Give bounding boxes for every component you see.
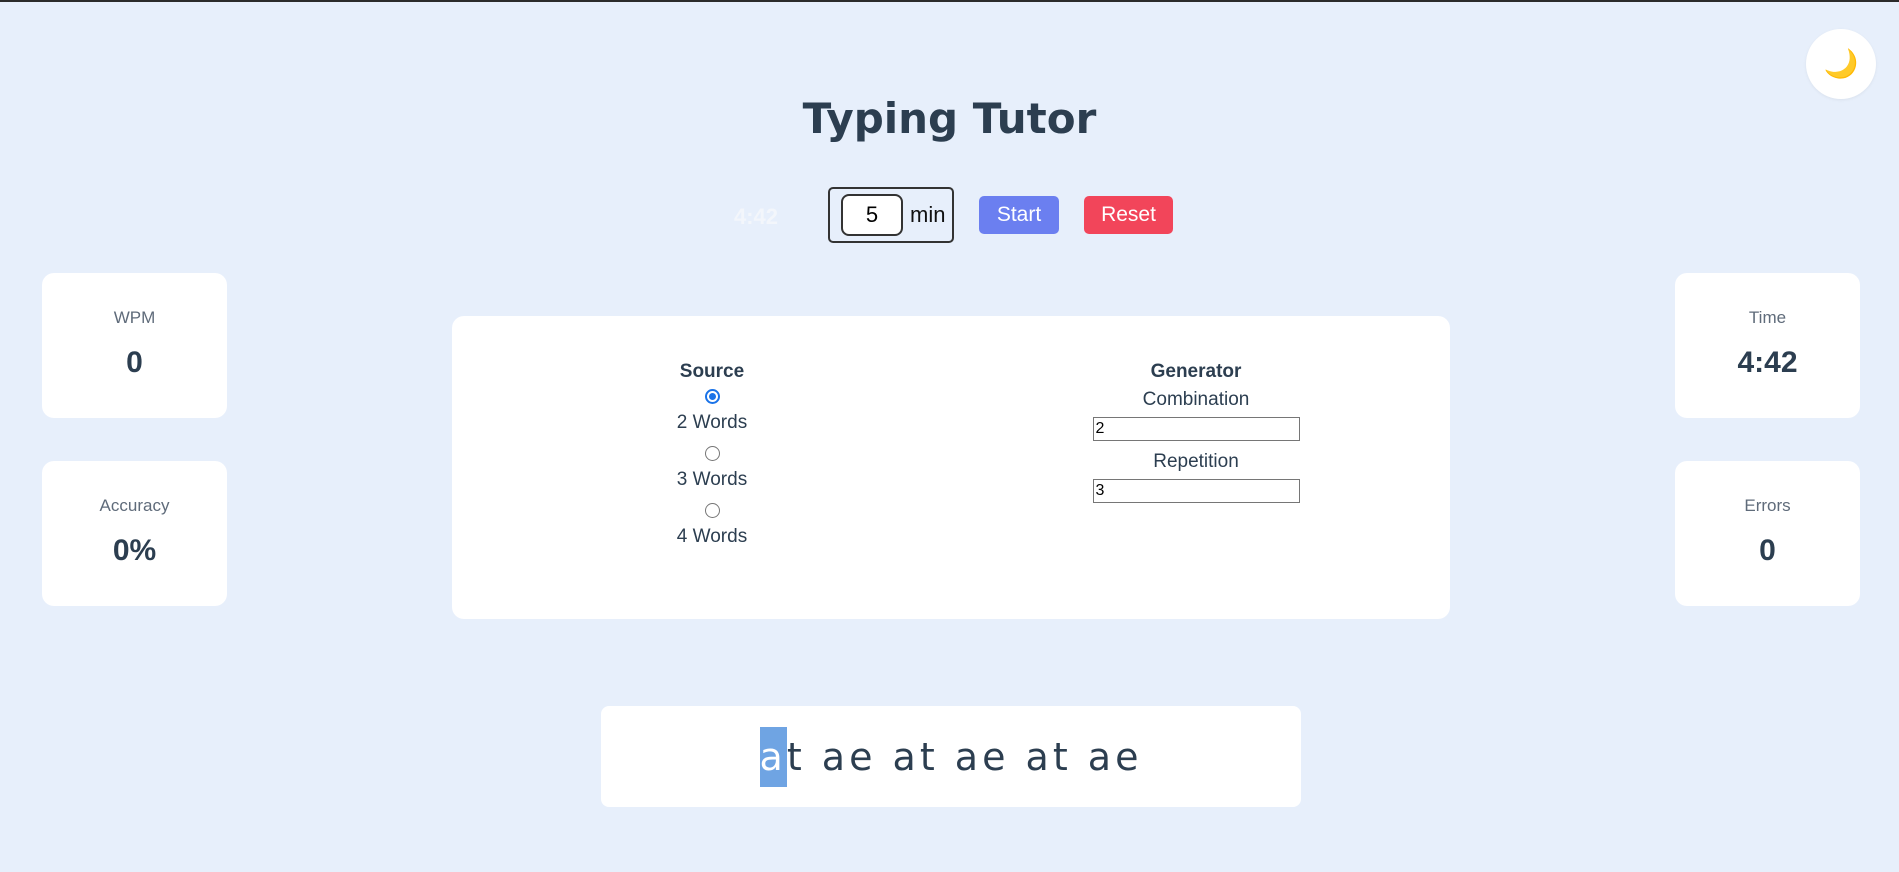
remaining-text: t ae at ae at ae (786, 734, 1143, 779)
start-button[interactable]: Start (979, 196, 1059, 234)
reset-button[interactable]: Reset (1084, 196, 1173, 234)
time-value: 4:42 (1737, 346, 1798, 379)
source-radio-2-words[interactable] (704, 389, 720, 404)
accuracy-label: Accuracy (99, 496, 170, 515)
time-label: Time (1748, 308, 1787, 327)
repetition-label: Repetition (1153, 451, 1239, 472)
source-option-label: 3 Words (676, 469, 748, 490)
practice-text-box[interactable]: at ae at ae at ae (601, 706, 1301, 807)
errors-label: Errors (1744, 496, 1791, 515)
accuracy-card: Accuracy 0% (42, 461, 227, 606)
accuracy-value: 0% (112, 534, 157, 567)
duration-input[interactable] (841, 194, 903, 236)
wpm-value: 0 (126, 346, 143, 379)
source-radio-3-words[interactable] (704, 446, 720, 461)
combination-label: Combination (1142, 389, 1250, 410)
source-heading: Source (679, 361, 745, 382)
source-option-label: 2 Words (676, 412, 748, 433)
repetition-input[interactable] (1092, 479, 1300, 503)
errors-card: Errors 0 (1675, 461, 1860, 606)
moon-icon: 🌙 (1823, 48, 1859, 79)
source-group: Source 2 Words 3 Words 4 Words (602, 361, 822, 560)
practice-text: at ae at ae at ae (759, 726, 1143, 787)
duration-unit-label: min (910, 202, 946, 227)
wpm-card: WPM 0 (42, 273, 227, 418)
theme-toggle-button[interactable]: 🌙 (1806, 29, 1876, 99)
faded-timer-text: 4:42 (734, 204, 779, 229)
source-option-label: 4 Words (676, 526, 748, 547)
source-radio-4-words[interactable] (704, 503, 720, 518)
current-character: a (759, 726, 787, 787)
time-card: Time 4:42 (1675, 273, 1860, 418)
wpm-label: WPM (113, 308, 156, 327)
settings-panel: Source 2 Words 3 Words 4 Words Generator… (452, 316, 1450, 619)
combination-input[interactable] (1092, 417, 1300, 441)
generator-group: Generator Combination Repetition (1076, 361, 1316, 513)
generator-heading: Generator (1150, 361, 1242, 382)
page-title: Typing Tutor (802, 94, 1097, 143)
errors-value: 0 (1759, 534, 1776, 567)
duration-control: min (828, 187, 954, 243)
